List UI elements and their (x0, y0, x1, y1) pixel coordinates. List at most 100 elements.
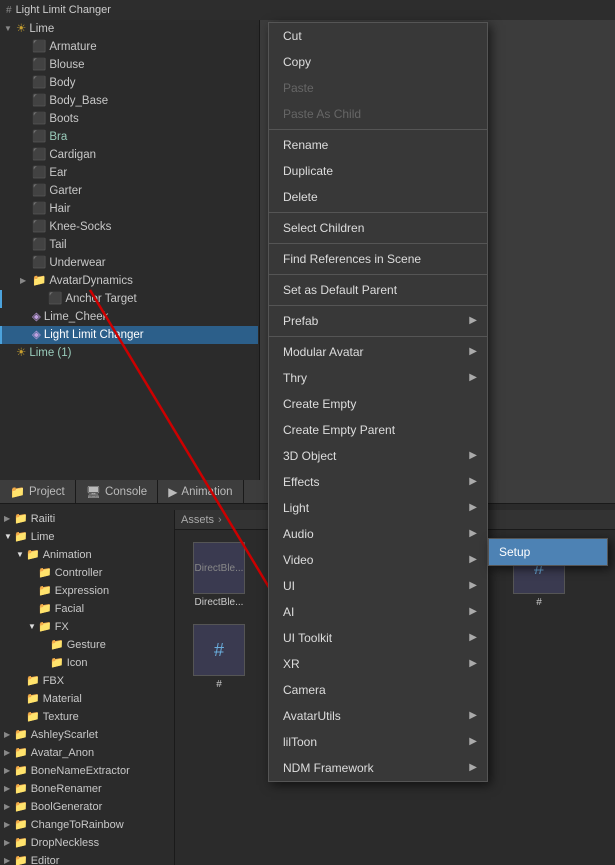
asset-item[interactable]: DirectBle... DirectBle... (187, 542, 251, 608)
hierarchy-item[interactable]: ⬛ Ear (0, 164, 258, 182)
hierarchy-item-selected[interactable]: ◈ Light Limit Changer (0, 326, 258, 344)
menu-item-select-children[interactable]: Select Children (269, 215, 487, 241)
hierarchy-item[interactable]: ⬛ Cardigan (0, 146, 258, 164)
tree-item[interactable]: ▶ 📁 Editor (0, 852, 174, 865)
folder-icon: 📁 (38, 565, 52, 581)
hierarchy-item[interactable]: ⬛ Body_Base (0, 92, 258, 110)
cube-icon: ⬛ (32, 165, 46, 181)
menu-item-duplicate[interactable]: Duplicate (269, 158, 487, 184)
tree-label: Gesture (67, 637, 106, 653)
menu-item-xr[interactable]: XR▶ (269, 651, 487, 677)
folder-icon: 📁 (38, 601, 52, 617)
menu-item-ndm-framework[interactable]: NDM Framework▶ (269, 755, 487, 781)
tree-item[interactable]: ▼ 📁 Lime (0, 528, 174, 546)
script-icon: ◈ (32, 309, 41, 325)
tree-label: Animation (43, 547, 92, 563)
menu-item-camera[interactable]: Camera (269, 677, 487, 703)
hierarchy-item[interactable]: ▶ 📁 AvatarDynamics (0, 272, 258, 290)
arrow-icon: ▶ (469, 603, 477, 621)
hierarchy-item[interactable]: ⬛ Armature (0, 38, 258, 56)
tree-item[interactable]: 📁 Texture (0, 708, 174, 726)
folder-icon: 📁 (14, 745, 28, 761)
arrow-icon: ▶ (469, 733, 477, 751)
arrow-icon: ▶ (469, 759, 477, 777)
tab-animation[interactable]: ▶ Animation (158, 480, 243, 503)
item-label: Garter (49, 183, 82, 199)
tree-item[interactable]: ▶ 📁 DropNeckless (0, 834, 174, 852)
hierarchy-item[interactable]: ⬛ Bra (0, 128, 258, 146)
menu-item-3d-object[interactable]: 3D Object▶ (269, 443, 487, 469)
menu-item-light[interactable]: Light▶ (269, 495, 487, 521)
folder-icon: 📁 (50, 637, 64, 653)
folder-icon: ☀ (16, 345, 26, 361)
menu-item-liltoon[interactable]: lilToon▶ (269, 729, 487, 755)
arrow-icon: ▶ (469, 499, 477, 517)
menu-item-prefab[interactable]: Prefab▶ (269, 308, 487, 334)
tab-console[interactable]: 🖥 Console (76, 480, 158, 503)
menu-item-create-empty-parent[interactable]: Create Empty Parent (269, 417, 487, 443)
hierarchy-item[interactable]: ⬛ Underwear (0, 254, 258, 272)
hash-icon: # (6, 5, 12, 16)
tree-item[interactable]: ▶ 📁 BoolGenerator (0, 798, 174, 816)
tab-project[interactable]: 📁 Project (0, 480, 76, 503)
hierarchy-item[interactable]: ⬛ Anchor Target (0, 290, 258, 308)
menu-item-delete[interactable]: Delete (269, 184, 487, 210)
tree-label: Texture (43, 709, 79, 725)
menu-item-modular-avatar[interactable]: Modular Avatar▶ (269, 339, 487, 365)
tree-item[interactable]: 📁 Controller (0, 564, 174, 582)
menu-item-find-refs[interactable]: Find References in Scene (269, 246, 487, 272)
tree-item[interactable]: ▶ 📁 AshleyScarlet (0, 726, 174, 744)
item-label: Blouse (49, 57, 84, 73)
menu-item-copy[interactable]: Copy (269, 49, 487, 75)
hierarchy-item[interactable]: ◈ Lime_Cheek (0, 308, 258, 326)
arrow-icon: ▶ (469, 312, 477, 330)
menu-item-ui[interactable]: UI▶ (269, 573, 487, 599)
asset-item[interactable]: # # (187, 624, 251, 690)
hierarchy-item[interactable]: ⬛ Blouse (0, 56, 258, 74)
tree-item[interactable]: ▼ 📁 FX (0, 618, 174, 636)
project-icon: 📁 (10, 485, 25, 499)
tree-item[interactable]: ▶ 📁 BoneRenamer (0, 780, 174, 798)
menu-item-set-default-parent[interactable]: Set as Default Parent (269, 277, 487, 303)
folder-icon: ☀ (16, 21, 26, 37)
menu-item-ai[interactable]: AI▶ (269, 599, 487, 625)
tree-item[interactable]: 📁 Facial (0, 600, 174, 618)
submenu-item-setup[interactable]: Setup (489, 539, 607, 565)
tree-item[interactable]: ▶ 📁 ChangeToRainbow (0, 816, 174, 834)
tree-item[interactable]: 📁 Material (0, 690, 174, 708)
menu-item-video[interactable]: Video▶ (269, 547, 487, 573)
tree-item[interactable]: 📁 FBX (0, 672, 174, 690)
tree-item[interactable]: 📁 Icon (0, 654, 174, 672)
hierarchy-item[interactable]: ☀ Lime (1) (0, 344, 258, 362)
menu-item-cut[interactable]: Cut (269, 23, 487, 49)
cube-icon: ⬛ (32, 201, 46, 217)
tree-item[interactable]: ▼ 📁 Animation (0, 546, 174, 564)
hierarchy-item[interactable]: ⬛ Body (0, 74, 258, 92)
tree-item[interactable]: ▶ 📁 Avatar_Anon (0, 744, 174, 762)
cube-icon: ⬛ (32, 237, 46, 253)
hierarchy-item[interactable]: ⬛ Knee-Socks (0, 218, 258, 236)
menu-item-ui-toolkit[interactable]: UI Toolkit▶ (269, 625, 487, 651)
hierarchy-item[interactable]: ⬛ Boots (0, 110, 258, 128)
item-label: AvatarDynamics (49, 273, 133, 289)
hierarchy-item[interactable]: ⬛ Hair (0, 200, 258, 218)
asset-thumbnail: # (193, 624, 245, 676)
tree-item[interactable]: ▶ 📁 BoneNameExtractor (0, 762, 174, 780)
hierarchy-item[interactable]: ▼ ☀ Lime (0, 20, 258, 38)
tree-arrow: ▼ (4, 529, 12, 545)
tree-label: Lime (31, 529, 55, 545)
hierarchy-item[interactable]: ⬛ Tail (0, 236, 258, 254)
tree-item[interactable]: ▶ 📁 Raiiti (0, 510, 174, 528)
menu-item-audio[interactable]: Audio▶ (269, 521, 487, 547)
menu-item-thry[interactable]: Thry▶ (269, 365, 487, 391)
menu-item-avatar-utils[interactable]: AvatarUtils▶ (269, 703, 487, 729)
separator (269, 305, 487, 306)
menu-item-create-empty[interactable]: Create Empty (269, 391, 487, 417)
hierarchy-item[interactable]: ⬛ Garter (0, 182, 258, 200)
item-label: Hair (49, 201, 70, 217)
menu-item-effects[interactable]: Effects▶ (269, 469, 487, 495)
tree-item[interactable]: 📁 Gesture (0, 636, 174, 654)
tree-item[interactable]: 📁 Expression (0, 582, 174, 600)
menu-item-light-limit-changer[interactable]: Light Limit Changer▶ (269, 781, 487, 782)
menu-item-rename[interactable]: Rename (269, 132, 487, 158)
